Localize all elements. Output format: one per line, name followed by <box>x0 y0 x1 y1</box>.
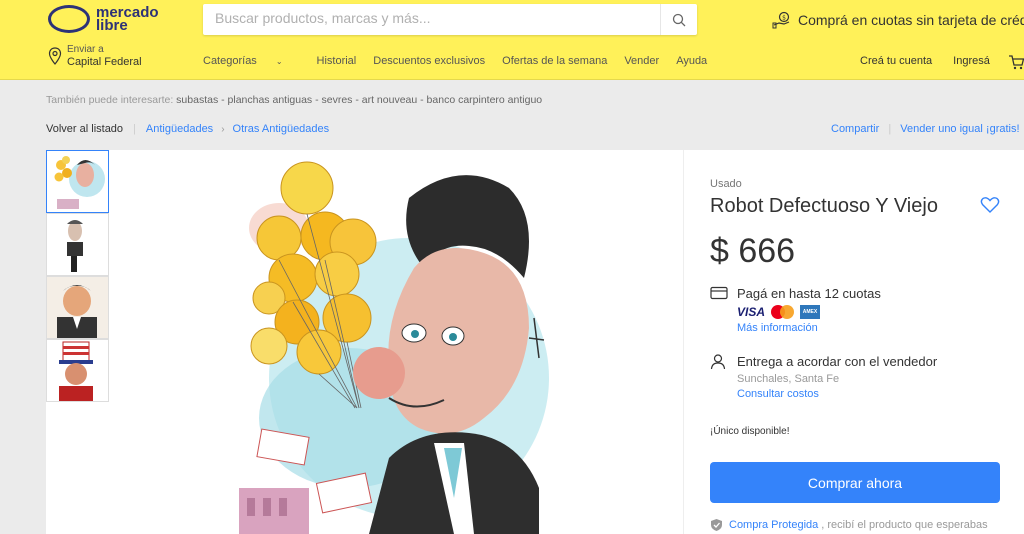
protection-text: , recibí el producto que esperabas <box>821 519 988 531</box>
mercadolibre-logo[interactable]: mercado libre <box>48 5 159 33</box>
caricature-illustration <box>239 158 557 534</box>
product-panel: Usado Robot Defectuoso Y Viejo $ 666 Pag… <box>46 150 1024 534</box>
credit-card-icon <box>710 286 728 300</box>
mastercard-logo <box>771 305 795 319</box>
breadcrumb: Volver al listado | Antigüedades › Otras… <box>46 123 329 135</box>
product-condition: Usado <box>710 178 742 190</box>
handshake-logo-icon <box>48 5 90 33</box>
chevron-right-icon: › <box>221 123 225 135</box>
nav-categorias-label: Categorías <box>203 55 257 67</box>
shield-check-icon <box>711 519 722 531</box>
login-link[interactable]: Ingresá <box>953 55 990 67</box>
nav-ayuda[interactable]: Ayuda <box>676 55 707 67</box>
payment-card-logos: VISA AMEX <box>737 305 881 319</box>
account-links: Creá tu cuenta Ingresá <box>860 55 1011 67</box>
search-bar <box>203 4 697 35</box>
protected-purchase-link[interactable]: Compra Protegida <box>729 519 818 531</box>
main-nav: Categorías ⌄ Historial Descuentos exclusi… <box>203 55 724 67</box>
create-account-link[interactable]: Creá tu cuenta <box>860 55 932 67</box>
shipping-info: Entrega a acordar con el vendedor Suncha… <box>710 354 937 400</box>
location-pin-icon <box>48 47 62 65</box>
related-searches: También puede interesarte: subastas - pl… <box>46 94 542 106</box>
location-value: Capital Federal <box>67 56 142 68</box>
caricature-microphone-thumb <box>47 214 108 275</box>
logo-wordmark: mercado libre <box>96 5 159 33</box>
thumbnail-4[interactable] <box>46 339 109 402</box>
search-button[interactable] <box>660 4 697 35</box>
product-title: Robot Defectuoso Y Viejo <box>710 195 938 217</box>
nav-descuentos[interactable]: Descuentos exclusivos <box>373 55 485 67</box>
thumbnail-1[interactable] <box>46 150 109 213</box>
installments-text: Pagá en hasta 12 cuotas <box>737 286 881 301</box>
thumbnail-gallery <box>46 150 109 402</box>
buy-now-button[interactable]: Comprar ahora <box>710 462 1000 503</box>
nav-ofertas[interactable]: Ofertas de la semana <box>502 55 607 67</box>
breadcrumb-divider: | <box>133 123 136 135</box>
shipping-costs-link[interactable]: Consultar costos <box>737 388 937 400</box>
caricature-balloons-thumb <box>47 151 108 212</box>
breadcrumb-antiguedades[interactable]: Antigüedades <box>146 123 213 135</box>
nav-categorias[interactable]: Categorías ⌄ <box>203 55 300 67</box>
stock-status: ¡Único disponible! <box>710 426 790 437</box>
share-links: Compartir | Vender uno igual ¡gratis! <box>831 123 1020 135</box>
thumbnail-2[interactable] <box>46 213 109 276</box>
caricature-uncle-sam-thumb <box>47 340 108 401</box>
share-link[interactable]: Compartir <box>831 123 879 135</box>
related-label: También puede interesarte: <box>46 94 174 106</box>
product-main-photo[interactable] <box>239 158 557 534</box>
cart-icon[interactable] <box>1008 54 1024 70</box>
nav-historial[interactable]: Historial <box>317 55 357 67</box>
heart-favorite-icon[interactable] <box>980 196 1000 214</box>
product-price: $ 666 <box>710 232 796 270</box>
promo-text: Comprá en cuotas sin tarjeta de crédito <box>798 12 1024 28</box>
site-header: mercado libre $ Comprá en cuotas sin tar… <box>0 0 1024 80</box>
nav-vender[interactable]: Vender <box>624 55 659 67</box>
sell-same-link[interactable]: Vender uno igual ¡gratis! <box>900 123 1019 135</box>
person-icon <box>710 354 726 370</box>
shipping-location[interactable]: Enviar a Capital Federal <box>48 45 142 69</box>
more-info-link[interactable]: Más información <box>737 322 881 334</box>
location-label: Enviar a <box>67 44 104 55</box>
purchase-protection: Compra Protegida, recibí el producto que… <box>710 518 988 532</box>
back-to-listing-link[interactable]: Volver al listado <box>46 123 123 135</box>
svg-text:$: $ <box>782 15 786 22</box>
money-hand-icon: $ <box>772 11 790 29</box>
shipping-text: Entrega a acordar con el vendedor <box>737 354 938 369</box>
caricature-suit-thumb <box>47 277 108 338</box>
share-divider: | <box>888 123 892 135</box>
search-icon <box>672 13 686 26</box>
chevron-down-icon: ⌄ <box>275 57 283 66</box>
seller-location: Sunchales, Santa Fe <box>737 373 840 385</box>
column-divider <box>683 150 684 534</box>
installments-promo[interactable]: $ Comprá en cuotas sin tarjeta de crédit… <box>772 11 1024 29</box>
related-links[interactable]: subastas - planchas antiguas - sevres - … <box>176 94 542 106</box>
payment-info: Pagá en hasta 12 cuotas VISA AMEX Más in… <box>710 286 881 334</box>
thumbnail-3[interactable] <box>46 276 109 339</box>
amex-logo: AMEX <box>800 305 821 319</box>
breadcrumb-otras-antiguedades[interactable]: Otras Antigüedades <box>233 123 330 135</box>
visa-logo: VISA <box>737 305 766 319</box>
search-input[interactable] <box>215 10 645 26</box>
